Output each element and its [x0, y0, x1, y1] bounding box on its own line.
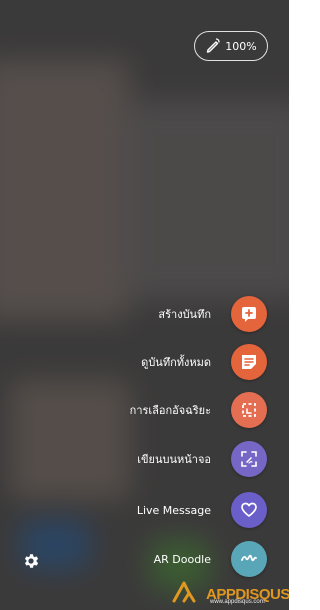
air-command-overlay: 100% สร้างบันทึก ดูบันทึกทั้งหมด การเลือ…	[0, 0, 289, 610]
gear-icon	[22, 552, 40, 574]
pen-battery-indicator[interactable]: 100%	[194, 31, 268, 61]
menu-item-view-all-notes[interactable]: ดูบันทึกทั้งหมด	[141, 344, 267, 380]
background-blur	[120, 100, 289, 300]
watermark-mark	[172, 581, 202, 607]
ar-doodle-icon[interactable]	[231, 541, 267, 577]
background-blur	[10, 380, 130, 500]
notes-list-icon[interactable]	[231, 344, 267, 380]
pen-battery-icon	[205, 37, 221, 56]
menu-item-label: ดูบันทึกทั้งหมด	[141, 356, 211, 369]
watermark-logo: APPDISQUS www.appdisqus.com	[172, 580, 289, 608]
menu-item-live-message[interactable]: Live Message	[137, 492, 267, 528]
menu-item-label: การเลือกอัจฉริยะ	[129, 404, 211, 417]
note-add-icon[interactable]	[231, 296, 267, 332]
smart-select-icon[interactable]	[231, 392, 267, 428]
heart-icon[interactable]	[231, 492, 267, 528]
menu-item-ar-doodle[interactable]: AR Doodle	[154, 541, 267, 577]
menu-item-label: Live Message	[136, 503, 211, 517]
settings-button[interactable]	[20, 552, 42, 574]
menu-item-create-note[interactable]: สร้างบันทึก	[158, 296, 267, 332]
pen-battery-text: 100%	[225, 39, 257, 53]
screen-write-icon[interactable]	[231, 441, 267, 477]
background-blur	[0, 60, 130, 320]
menu-item-label: เขียนบนหน้าจอ	[137, 453, 211, 466]
menu-item-label: AR Doodle	[153, 552, 211, 566]
menu-item-label: สร้างบันทึก	[158, 308, 211, 321]
menu-item-smart-select[interactable]: การเลือกอัจฉริยะ	[130, 392, 267, 428]
watermark-url: www.appdisqus.com	[210, 599, 265, 605]
menu-item-screen-write[interactable]: เขียนบนหน้าจอ	[137, 441, 267, 477]
